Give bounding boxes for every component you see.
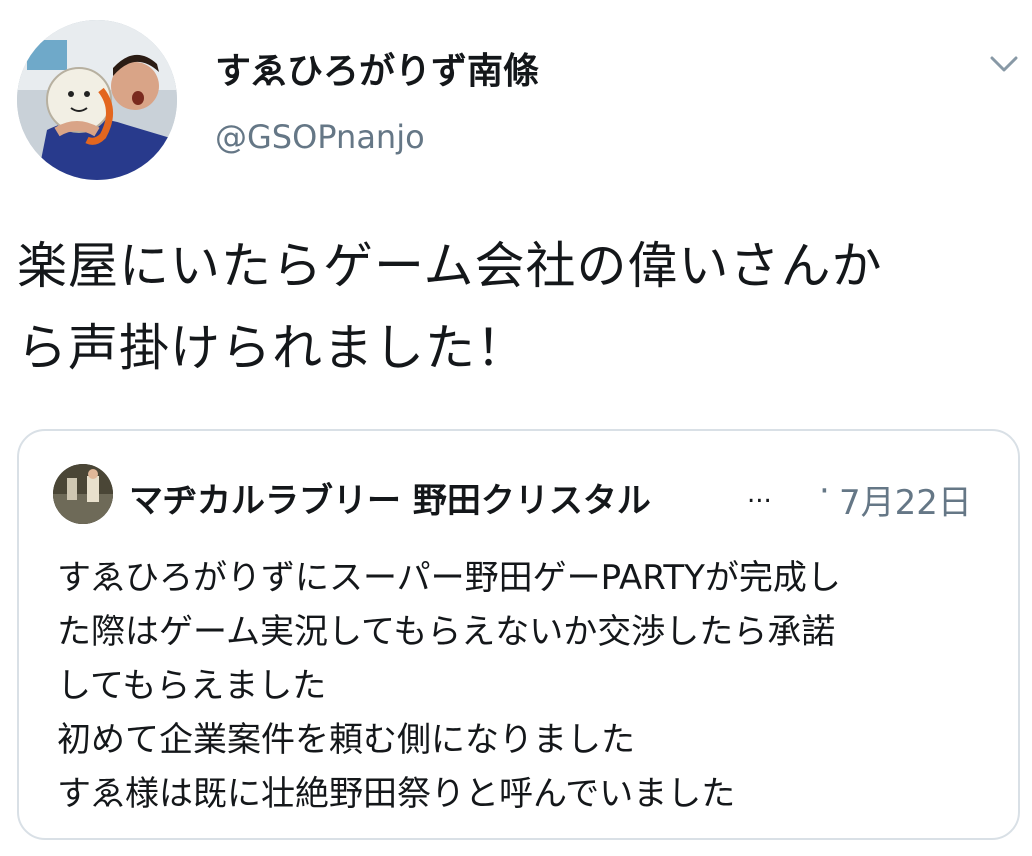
quoted-author-avatar[interactable] [53,464,113,524]
quoted-tweet-card[interactable]: マヂカルラブリー 野田クリスタル ... · 7月22日 すゑひろがりずにスーパ… [17,429,1020,840]
quoted-text-line: 初めて企業案件を頼む側になりました [57,720,635,760]
quoted-tweet-date: 7月22日 [839,483,972,523]
quoted-author-name: マヂカルラブリー 野田クリスタル [129,481,651,521]
quoted-text-line: すゑひろがりずにスーパー野田ゲーPARTYが完成し [57,558,841,598]
tweet-text-line: ら声掛けられました！ [17,319,527,377]
profile-photo [17,20,177,180]
quoted-text-line: た際はゲーム実況してもらえないか交渉したら承諾 [57,612,836,652]
chevron-down-icon[interactable] [984,44,1024,84]
profile-photo [53,464,113,524]
quoted-text-line: すゑ様は既に壮絶野田祭りと呼んでいました [57,774,736,814]
quoted-name-ellipsis: ... [747,479,772,509]
quoted-separator: · [819,471,830,511]
author-display-name[interactable]: すゑひろがりず南條 [215,42,539,94]
tweet-text: 楽屋にいたらゲーム会社の偉いさんか ら声掛けられました！ [17,225,1017,389]
tweet-text-line: 楽屋にいたらゲーム会社の偉いさんか [17,237,883,295]
quoted-tweet-text: すゑひろがりずにスーパー野田ゲーPARTYが完成し た際はゲーム実況してもらえな… [57,551,1007,821]
quoted-text-line: してもらえました [57,666,327,706]
author-avatar[interactable] [17,20,177,180]
author-handle[interactable]: @GSOPnanjo [215,118,425,156]
